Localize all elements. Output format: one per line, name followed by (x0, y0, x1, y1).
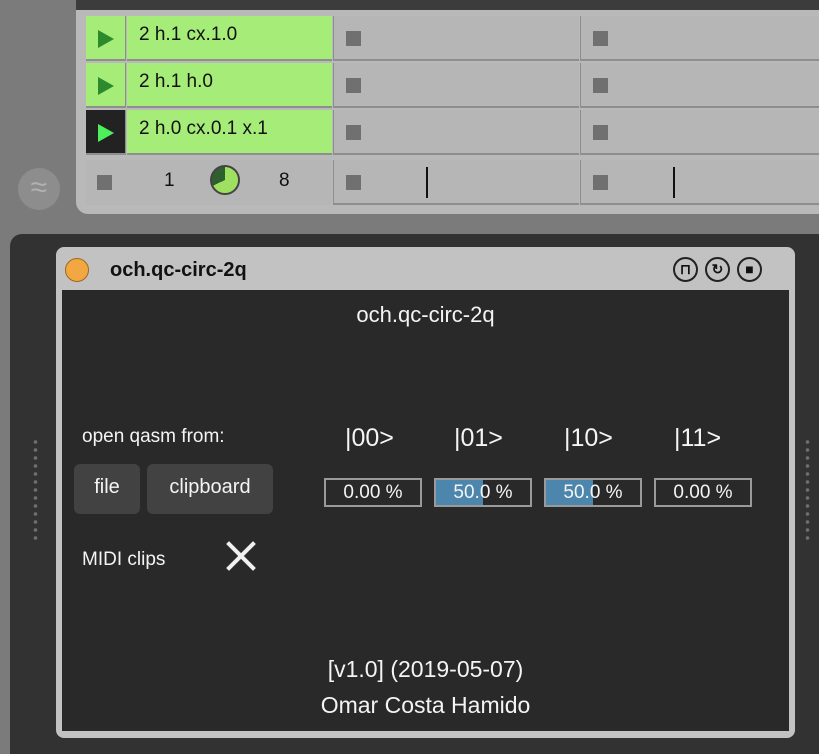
clip-name-3[interactable]: 2 h.0 cx.0.1 x.1 (127, 110, 332, 155)
status-left-number: 1 (164, 170, 175, 191)
probability-value: 50.0 % (563, 482, 623, 503)
file-button[interactable]: file (74, 464, 140, 514)
clip-row-1: 2 h.1 cx.1.0 (86, 16, 819, 61)
clip-launch-button-1[interactable] (86, 16, 126, 61)
probability-value: 0.00 % (673, 482, 733, 503)
probability-box-00[interactable]: 0.00 % (324, 478, 422, 507)
stop-icon (346, 31, 361, 46)
play-icon (98, 124, 114, 142)
clip-name-1[interactable]: 2 h.1 cx.1.0 (127, 16, 332, 61)
stop-icon (346, 78, 361, 93)
empty-slot[interactable] (580, 16, 819, 61)
refresh-icon[interactable]: ↻ (705, 257, 730, 282)
device-title-bar: och.qc-circ-2q ⊓ ↻ ■ (56, 247, 795, 290)
version-text: [v1.0] (2019-05-07) (327, 656, 524, 682)
clip-progress-pie (210, 165, 240, 195)
stop-icon (593, 78, 608, 93)
empty-slot[interactable] (333, 16, 579, 61)
probability-box-11[interactable]: 0.00 % (654, 478, 752, 507)
device-power-button[interactable] (65, 258, 89, 282)
status-row: 1 8 (86, 160, 819, 205)
device-panel: och.qc-circ-2q open qasm from: file clip… (62, 290, 789, 731)
track-status (580, 160, 819, 205)
state-label-11: |11> (674, 424, 722, 452)
probability-value: 50.0 % (453, 482, 513, 503)
stop-button[interactable] (346, 175, 361, 190)
midi-clips-label: MIDI clips (82, 549, 166, 570)
midi-clips-toggle-x-icon[interactable] (224, 539, 258, 573)
pin-icon[interactable]: ⊓ (673, 257, 698, 282)
clip-row-3: 2 h.0 cx.0.1 x.1 (86, 110, 819, 155)
top-divider (76, 0, 819, 10)
stop-icon (346, 125, 361, 140)
playhead-marker (426, 167, 428, 198)
stop-icon (593, 125, 608, 140)
status-right-number: 8 (279, 170, 290, 191)
author-text: Omar Costa Hamido (320, 692, 531, 718)
play-icon (98, 30, 114, 48)
empty-slot[interactable] (333, 110, 579, 155)
state-label-01: |01> (454, 424, 503, 452)
empty-slot[interactable] (580, 63, 819, 108)
open-qasm-label: open qasm from: (82, 426, 225, 447)
probability-value: 0.00 % (343, 482, 403, 503)
empty-slot[interactable] (333, 63, 579, 108)
panel-title: och.qc-circ-2q (356, 302, 495, 327)
right-grip-handle[interactable] (805, 438, 810, 542)
empty-slot[interactable] (580, 110, 819, 155)
track-status: 1 8 (86, 160, 332, 205)
probability-box-01[interactable]: 50.0 % (434, 478, 532, 507)
clip-launch-button-2[interactable] (86, 63, 126, 108)
session-grid: 2 h.1 cx.1.0 2 h.1 h.0 2 h.0 cx.0.1 x.1 … (76, 0, 819, 214)
state-label-00: |00> (345, 424, 394, 452)
clipboard-button[interactable]: clipboard (147, 464, 273, 514)
device-title: och.qc-circ-2q (110, 259, 247, 281)
stop-all-button[interactable] (97, 175, 112, 190)
save-icon[interactable]: ■ (737, 257, 762, 282)
playhead-marker (673, 167, 675, 198)
probability-box-10[interactable]: 50.0 % (544, 478, 642, 507)
max-device: och.qc-circ-2q ⊓ ↻ ■ och.qc-circ-2q open… (56, 247, 795, 738)
left-grip-handle[interactable] (33, 438, 38, 542)
stop-icon (593, 31, 608, 46)
track-status (333, 160, 579, 205)
clip-launch-button-3[interactable] (86, 110, 126, 155)
state-label-10: |10> (564, 424, 613, 452)
wave-icon[interactable]: ≈ (18, 168, 60, 210)
clip-name-2[interactable]: 2 h.1 h.0 (127, 63, 332, 108)
stop-button[interactable] (593, 175, 608, 190)
play-icon (98, 77, 114, 95)
clip-row-2: 2 h.1 h.0 (86, 63, 819, 108)
